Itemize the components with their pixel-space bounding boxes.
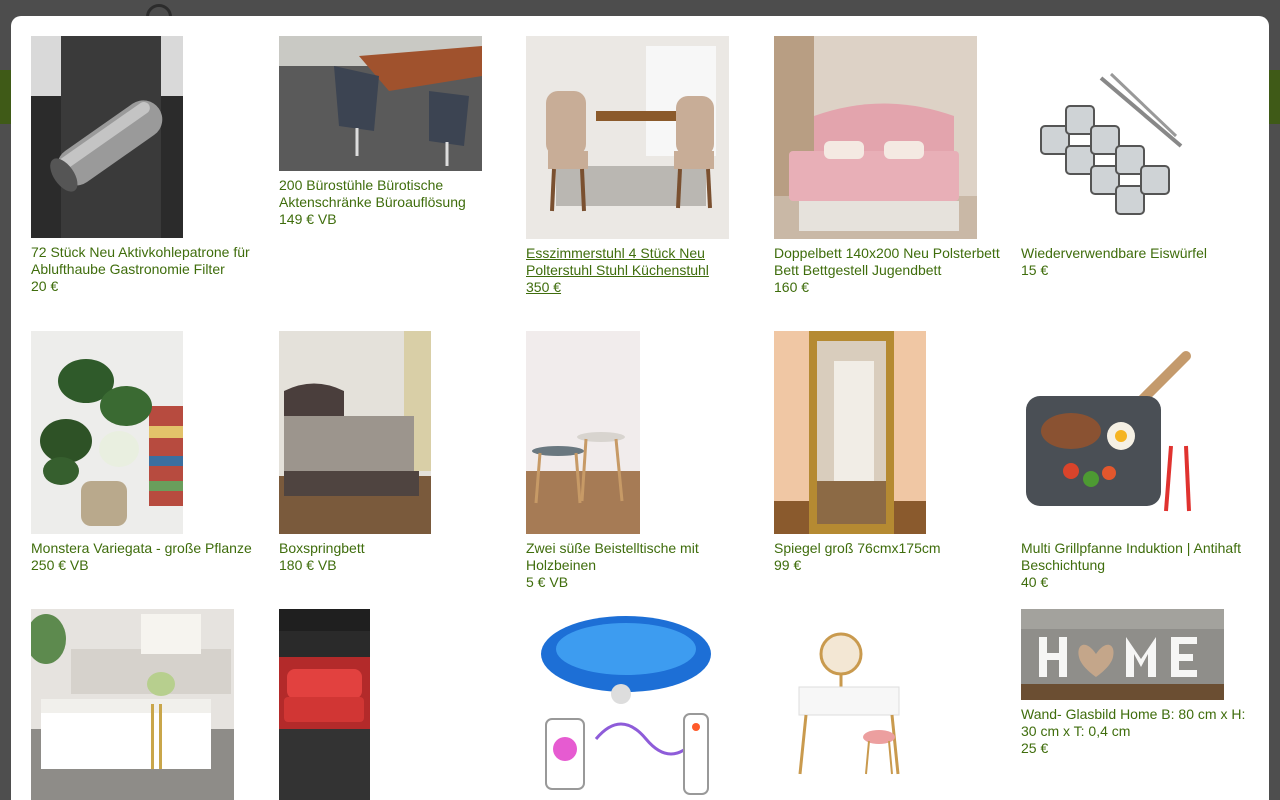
listing-price: 20 € [31,278,59,294]
listing-item[interactable]: Zwei süße Beistelltische mit Holzbeinen … [526,331,758,591]
listing-item[interactable] [279,609,511,800]
listing-image-office-chairs[interactable] [279,36,482,171]
listing-image-side-tables[interactable] [526,331,640,534]
listing-title[interactable]: Doppelbett 140x200 Neu Polsterbett Bett … [774,245,1006,279]
listing-title[interactable]: Multi Grillpfanne Induktion | Antihaft B… [1021,540,1253,574]
listing-image-ice-cubes[interactable] [1021,36,1224,239]
listing-item[interactable]: Esszimmerstuhl 4 Stück Neu Polterstuhl S… [526,36,758,296]
listing-price: 40 € [1021,574,1049,590]
listing-image-dining-chairs[interactable] [526,36,729,239]
listing-item[interactable]: Multi Grillpfanne Induktion | Antihaft B… [1021,331,1253,591]
listing-item[interactable]: Wiederverwendbare Eiswürfel 15 € [1021,36,1253,279]
listing-image-pink-bed[interactable] [774,36,977,239]
listing-image-home-glass-picture[interactable] [1021,609,1224,700]
listing-price: 15 € [1021,262,1049,278]
listing-image-monstera[interactable] [31,331,183,534]
listing-price: 160 € [774,279,810,295]
listing-title[interactable]: 200 Bürostühle Bürotische Aktenschränke … [279,177,511,211]
listing-title[interactable]: Wiederverwendbare Eiswürfel [1021,245,1253,262]
listing-title[interactable]: Zwei süße Beistelltische mit Holzbeinen [526,540,758,574]
listing-title[interactable]: Spiegel groß 76cmx175cm [774,540,1006,557]
listing-item[interactable]: Monstera Variegata - große Pflanze 250 €… [31,331,263,574]
listing-price: 149 € VB [279,211,337,227]
listings-modal: 72 Stück Neu Aktivkohlepatrone für Abluf… [11,16,1269,800]
listing-image-mirror[interactable] [774,331,926,534]
listing-image-vanity-table[interactable] [774,609,934,800]
listing-item[interactable]: Boxspringbett 180 € VB [279,331,511,574]
listing-title[interactable]: Monstera Variegata - große Pflanze [31,540,263,557]
listing-price: 5 € VB [526,574,569,590]
listing-title[interactable]: Esszimmerstuhl 4 Stück Neu Polterstuhl S… [526,245,758,279]
listing-item[interactable]: Wand- Glasbild Home B: 80 cm x H: 30 cm … [1021,609,1253,757]
listing-title[interactable]: Boxspringbett [279,540,511,557]
listing-item[interactable]: Doppelbett 140x200 Neu Polsterbett Bett … [774,36,1006,296]
listing-image-carbon-filter[interactable] [31,36,183,238]
listing-title[interactable]: Wand- Glasbild Home B: 80 cm x H: 30 cm … [1021,706,1253,740]
listing-price: 250 € VB [31,557,89,573]
listing-price: 99 € [774,557,802,573]
listing-item[interactable]: Spiegel groß 76cmx175cm 99 € [774,331,1006,574]
listing-price: 180 € VB [279,557,337,573]
listing-image-grill-pan[interactable] [1021,331,1201,534]
listing-image-led-lamp[interactable] [526,609,729,800]
listing-item[interactable] [526,609,758,800]
listing-price: 25 € [1021,740,1049,756]
listing-item[interactable] [774,609,1006,800]
listing-image-red-sofa[interactable] [279,609,370,800]
listing-price: 350 € [526,279,562,295]
listing-item[interactable]: 72 Stück Neu Aktivkohlepatrone für Abluf… [31,36,263,295]
listing-image-boxspring[interactable] [279,331,431,534]
listing-title[interactable]: 72 Stück Neu Aktivkohlepatrone für Abluf… [31,244,263,278]
listing-item[interactable] [31,609,263,800]
listing-image-tv-cabinet[interactable] [31,609,234,800]
listing-item[interactable]: 200 Bürostühle Bürotische Aktenschränke … [279,36,511,228]
